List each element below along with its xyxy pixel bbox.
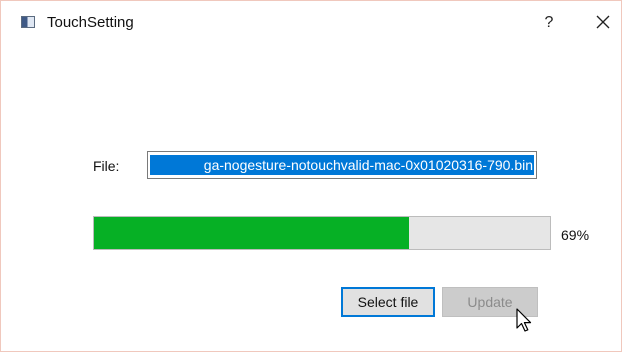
file-path-selected-text: ga-nogesture-notouchvalid-mac-0x01020316… (150, 155, 534, 175)
app-window-icon (21, 16, 35, 28)
close-button[interactable] (590, 11, 616, 35)
progress-percent: 69% (561, 227, 590, 243)
mouse-pointer-icon (516, 308, 532, 332)
close-icon (596, 15, 610, 29)
title-bar: TouchSetting ? (1, 1, 621, 45)
progress-fill (94, 217, 409, 249)
select-file-button[interactable]: Select file (341, 287, 435, 317)
file-path-field[interactable]: ga-nogesture-notouchvalid-mac-0x01020316… (147, 151, 537, 179)
upload-progress-bar (93, 216, 551, 250)
touchsetting-window: TouchSetting ? File: ga-nogesture-notouc… (0, 0, 622, 352)
help-button[interactable]: ? (539, 11, 559, 35)
window-title: TouchSetting (47, 14, 134, 31)
file-label: File: (93, 158, 120, 174)
